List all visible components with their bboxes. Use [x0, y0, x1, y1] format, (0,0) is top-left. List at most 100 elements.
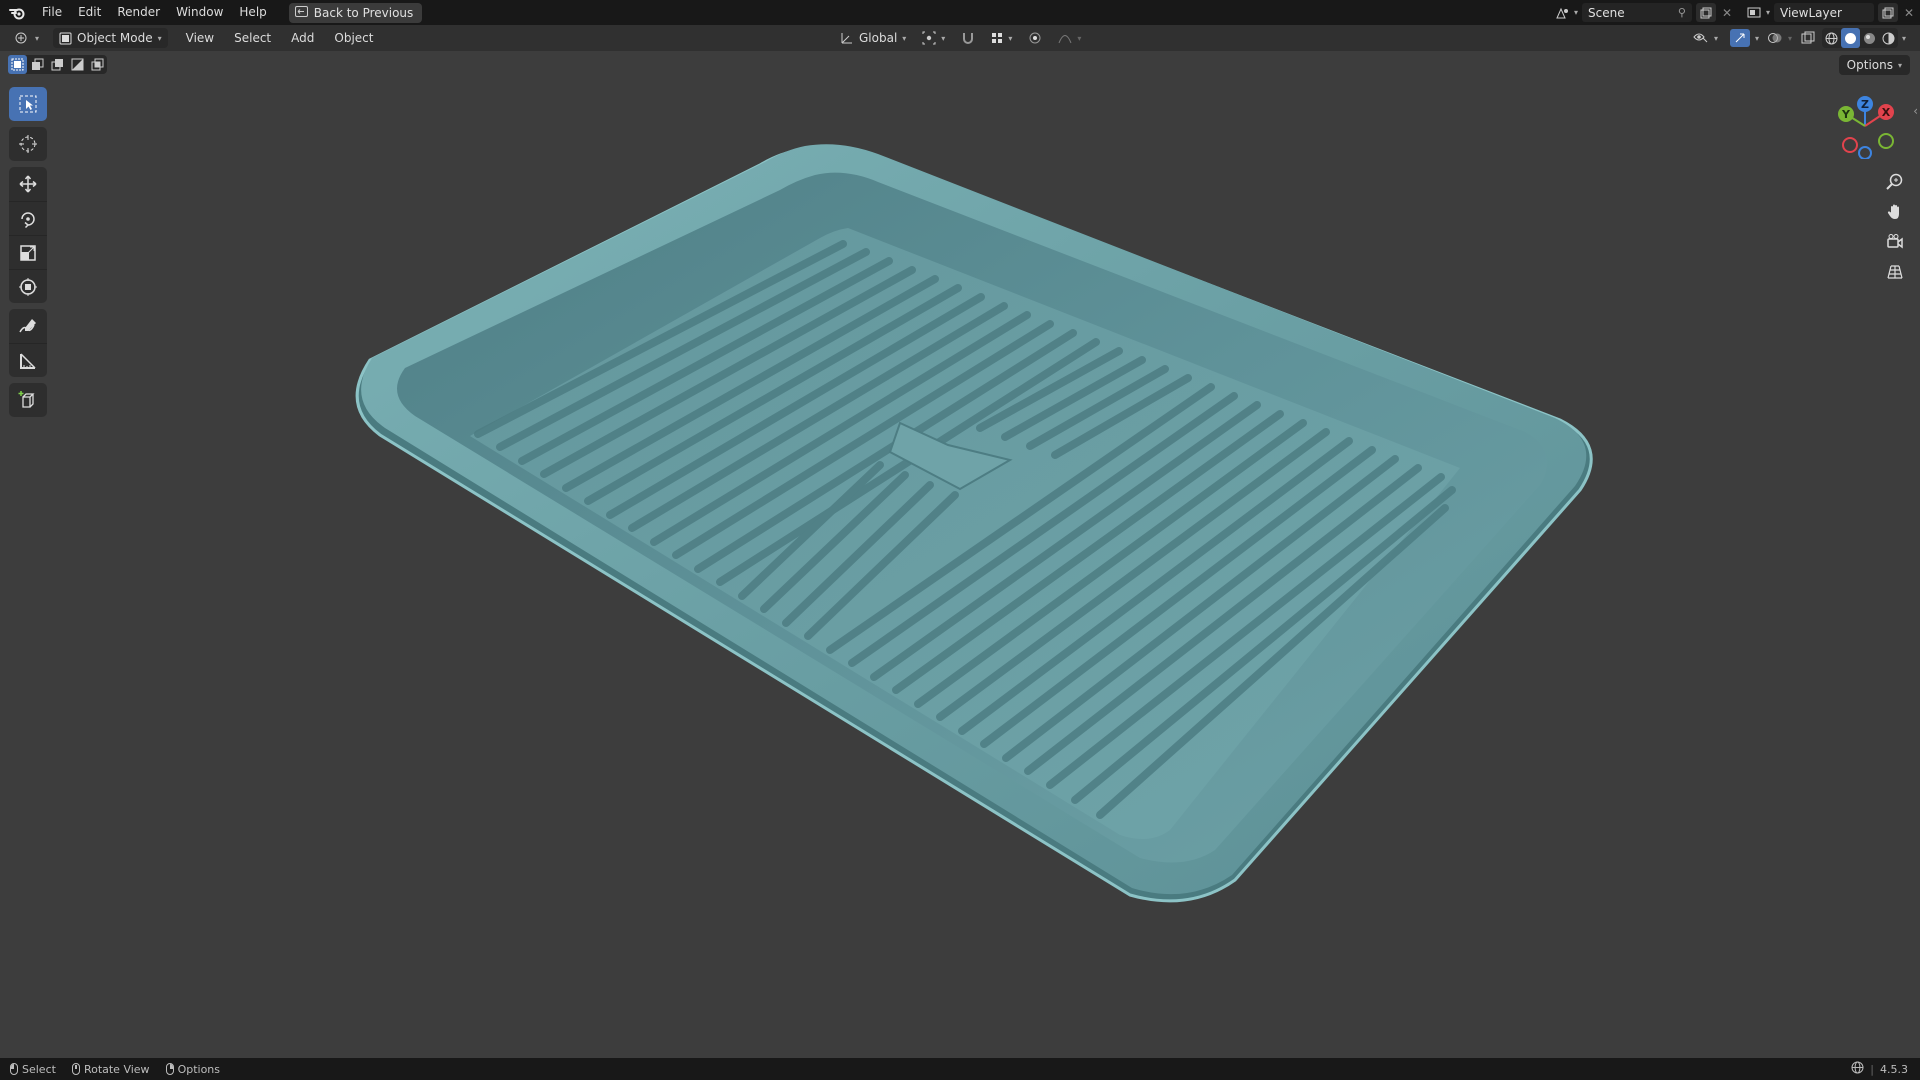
orthographic-toggle-icon[interactable]	[1880, 258, 1910, 286]
falloff-dropdown[interactable]: ▾	[1052, 28, 1087, 48]
overlays-toggle[interactable]: ▾	[1765, 28, 1794, 48]
select-new-icon[interactable]	[8, 55, 27, 74]
snap-target-dropdown[interactable]: ▾	[985, 28, 1018, 48]
solid-shading-icon[interactable]	[1840, 28, 1860, 48]
view-layer-icon[interactable]	[1744, 3, 1766, 22]
menu-object[interactable]: Object	[326, 28, 381, 48]
pivot-point-dropdown[interactable]: ▾	[916, 28, 951, 48]
menu-add[interactable]: Add	[283, 28, 322, 48]
select-subtract-icon[interactable]	[48, 55, 67, 74]
view-layer-field[interactable]: ViewLayer	[1774, 3, 1874, 22]
axis-x-label: X	[1882, 106, 1891, 119]
material-shading-icon[interactable]	[1860, 28, 1879, 48]
eye-cursor-icon	[1693, 33, 1708, 43]
snap-toggle[interactable]	[955, 28, 981, 48]
transform-tool[interactable]	[9, 269, 47, 303]
add-cube-icon	[18, 391, 35, 408]
menu-render[interactable]: Render	[109, 0, 168, 25]
annotate-tool[interactable]	[9, 309, 47, 343]
status-divider: |	[1870, 1062, 1874, 1076]
navigation-gizmo[interactable]: Z X Y	[1832, 93, 1898, 159]
axis-z-label: Z	[1861, 98, 1869, 111]
rendered-shading-icon[interactable]	[1879, 28, 1898, 48]
add-cube-tool[interactable]	[9, 383, 47, 417]
chevron-down-icon: ▾	[1754, 33, 1759, 43]
status-options-label: Options	[177, 1062, 221, 1076]
object-mode-dropdown[interactable]: Object Mode ▾	[53, 28, 168, 48]
annotate-icon	[19, 319, 36, 333]
back-to-previous-button[interactable]: Back to Previous	[288, 2, 423, 23]
pin-icon[interactable]: ⚲	[1678, 6, 1686, 19]
mouse-right-icon	[165, 1063, 174, 1075]
close-scene-icon[interactable]: ✕	[1716, 3, 1738, 22]
new-scene-icon[interactable]	[1695, 3, 1716, 22]
select-box-tool[interactable]	[9, 87, 47, 121]
mouse-middle-icon	[71, 1063, 80, 1075]
axis-neg-y-icon[interactable]	[1878, 133, 1894, 149]
falloff-curve-icon	[1058, 35, 1072, 44]
viewport-3d[interactable]	[0, 51, 1920, 1057]
editor-type-dropdown[interactable]: ▾	[8, 28, 45, 48]
scale-tool[interactable]	[9, 235, 47, 269]
chevron-down-icon[interactable]: ▾	[1902, 34, 1906, 43]
rotate-icon	[21, 211, 35, 228]
axis-neg-x-icon[interactable]	[1842, 137, 1858, 153]
globe-icon[interactable]	[1851, 1061, 1864, 1077]
back-to-previous-label: Back to Previous	[313, 5, 414, 20]
scene-name: Scene	[1587, 5, 1625, 20]
select-extend-icon[interactable]	[28, 55, 47, 74]
move-icon	[19, 175, 37, 193]
measure-tool[interactable]	[9, 343, 47, 377]
move-tool[interactable]	[9, 167, 47, 201]
close-view-layer-icon[interactable]: ✕	[1898, 3, 1920, 22]
chevron-down-icon: ▾	[941, 33, 946, 43]
object-mode-label: Object Mode	[77, 31, 153, 45]
axis-neg-z-icon[interactable]	[1858, 146, 1872, 159]
gizmo-toggle[interactable]: ▾	[1728, 28, 1761, 48]
proportional-editing-toggle[interactable]	[1022, 28, 1048, 48]
transform-icon	[19, 277, 37, 296]
chevron-down-icon: ▾	[1897, 60, 1902, 70]
chevron-down-icon: ▾	[157, 33, 162, 43]
menu-window[interactable]: Window	[168, 0, 231, 25]
measure-icon	[20, 352, 36, 369]
view-layer-name: ViewLayer	[1780, 5, 1842, 20]
menu-help[interactable]: Help	[231, 0, 274, 25]
scene-selector-icon[interactable]	[1552, 3, 1574, 22]
zoom-icon[interactable]	[1880, 168, 1910, 196]
options-dropdown[interactable]: Options ▾	[1838, 55, 1910, 75]
snap-grid-icon	[992, 33, 1003, 43]
chevron-down-icon: ▾	[1713, 33, 1718, 43]
chevron-down-icon[interactable]: ▾	[1766, 8, 1770, 17]
scene-name-field[interactable]: Scene ⚲	[1581, 3, 1692, 22]
chevron-down-icon: ▾	[1787, 33, 1792, 43]
xray-toggle[interactable]	[1798, 28, 1818, 48]
camera-view-icon[interactable]	[1880, 228, 1910, 256]
menu-edit[interactable]: Edit	[70, 0, 109, 25]
selectability-dropdown[interactable]: ▾	[1687, 28, 1724, 48]
menu-view[interactable]: View	[178, 28, 222, 48]
wireframe-shading-icon[interactable]	[1822, 28, 1841, 48]
tray-model[interactable]	[355, 144, 1593, 903]
rotate-tool[interactable]	[9, 201, 47, 235]
select-intersect-icon[interactable]	[88, 55, 107, 74]
blender-logo-icon[interactable]	[0, 0, 34, 25]
chevron-down-icon: ▾	[902, 33, 907, 43]
transform-orientation-dropdown[interactable]: Global ▾	[834, 28, 912, 48]
menu-select[interactable]: Select	[226, 28, 279, 48]
viewport-header: ▾ Object Mode ▾ View Select Add Object G…	[0, 25, 1920, 51]
new-view-layer-icon[interactable]	[1878, 3, 1898, 22]
chevron-down-icon[interactable]: ▾	[1574, 8, 1578, 17]
back-icon	[294, 5, 308, 20]
status-select: Select	[10, 1063, 56, 1076]
options-label: Options	[1846, 58, 1893, 72]
chevron-down-icon: ▾	[1077, 33, 1082, 43]
top-menu-bar: File Edit Render Window Help Back to Pre…	[0, 0, 1920, 25]
editor-type-icon	[15, 32, 27, 44]
sidebar-expand-icon[interactable]: ‹	[1913, 104, 1918, 118]
gizmo-icon	[1735, 33, 1745, 43]
menu-file[interactable]: File	[34, 0, 70, 25]
select-invert-icon[interactable]	[68, 55, 87, 74]
pan-hand-icon[interactable]	[1880, 198, 1910, 226]
cursor-tool[interactable]	[9, 127, 47, 161]
